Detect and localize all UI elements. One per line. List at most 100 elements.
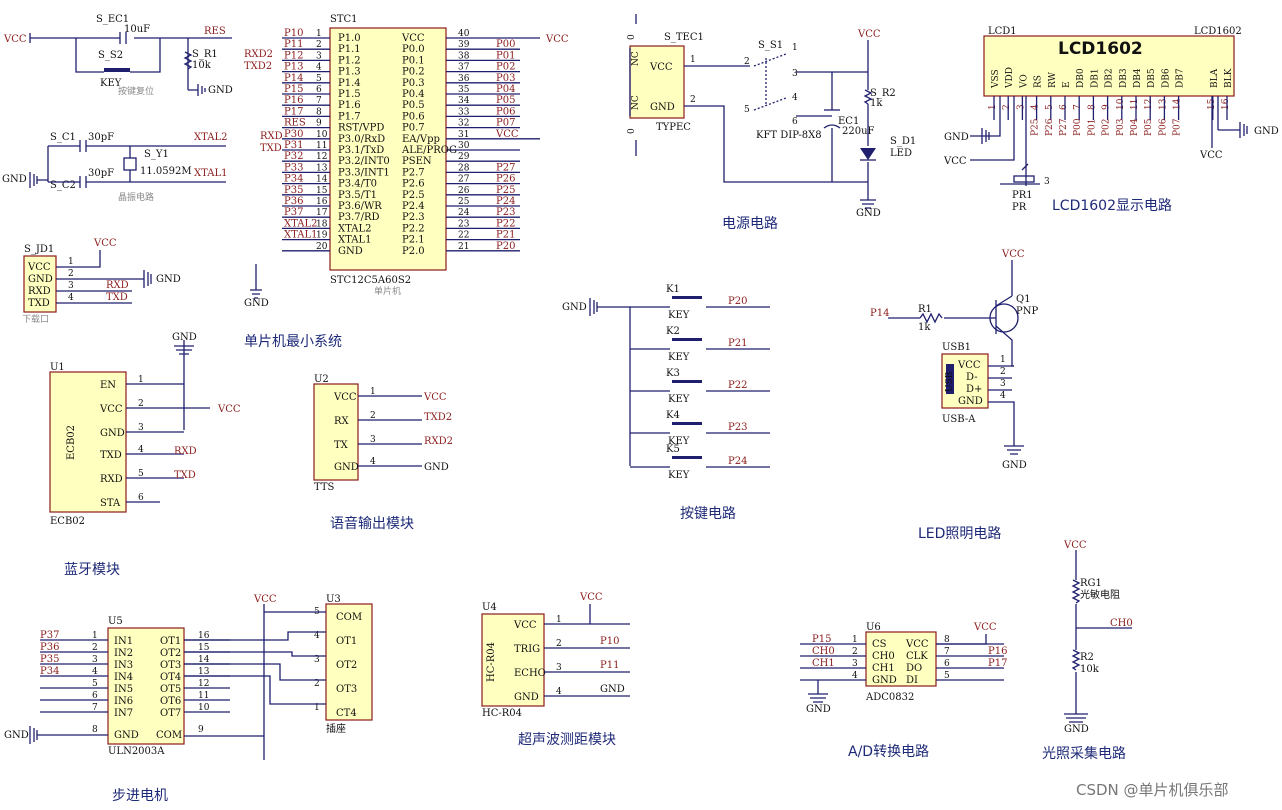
mcu-left-name: P3.5/T1 — [338, 190, 377, 201]
crystal-symbol — [123, 157, 137, 171]
jd-num-4: 4 — [68, 293, 74, 303]
key-value: KEY — [668, 394, 690, 405]
key-net: P20 — [728, 296, 747, 307]
lcd-pin-name: RS — [1034, 75, 1044, 88]
bt-pin-net: RXD — [174, 446, 197, 457]
jd-vcc: VCC — [93, 238, 117, 249]
reset-note: 按键复位 — [118, 85, 154, 97]
mcu-right-num: 29 — [458, 152, 470, 162]
mcu-left-num: 7 — [316, 96, 322, 106]
s1-ref: S_S1 — [758, 40, 783, 51]
ultra-pin-name: VCC — [513, 620, 537, 631]
voice-pin-net: TXD2 — [424, 412, 452, 423]
usb-type: USB-A — [942, 414, 976, 425]
jd-rxd: RXD — [106, 280, 129, 291]
r2-value: 1k — [870, 98, 883, 109]
mcu-left-net: P36 — [284, 196, 303, 207]
mcu-right-name: P0.1 — [402, 55, 425, 66]
mcu-right-net: VCC — [495, 129, 519, 140]
lcd-pin-net: P05 — [1144, 118, 1154, 136]
lcd-pin-net: P26 — [1045, 118, 1055, 136]
u5-in-name: IN6 — [114, 696, 133, 707]
light-sensor-circuit: VCC RG1 光敏电阻 CH0 R2 10k GND — [1063, 540, 1133, 735]
lcd-pin-num: 4 — [1031, 104, 1041, 110]
u5-out-name: OT6 — [160, 696, 181, 707]
mcu-right-num: 39 — [458, 40, 470, 50]
mcu-circuit: STC1 P10 1 P1.0 P11 2 P1.1 P12 3 P1.2 P13 4 P1.3 P14… — [244, 14, 569, 309]
key-net: P21 — [728, 338, 747, 349]
mcu-left-name: P3.0/RxD — [338, 134, 385, 145]
mcu-left-net: P31 — [284, 140, 303, 151]
mcu-left-name: GND — [338, 246, 363, 257]
lcd-pin-num: 11 — [1130, 99, 1140, 110]
voice-pin-name: VCC — [333, 392, 357, 403]
u5-in-net: P37 — [40, 630, 59, 641]
pr1-ref: PR1 — [1012, 190, 1033, 201]
mcu-right-num: 36 — [458, 74, 470, 84]
crystal-value: 11.0592M — [140, 166, 192, 177]
lcd-pin-num: 5 — [1045, 104, 1055, 110]
crystal-gnd-label: GND — [2, 174, 27, 185]
jd-pin-txd: TXD — [28, 298, 50, 309]
mcu-left-num: 10 — [316, 130, 328, 140]
mcu-right-net: P25 — [496, 185, 515, 196]
usb-pin-gnd: GND — [958, 396, 983, 407]
u5-in-name: IN2 — [114, 648, 133, 659]
mcu-right-name: P2.1 — [402, 235, 425, 246]
key-ref: K3 — [666, 368, 680, 379]
mcu-left-num: 2 — [316, 40, 322, 50]
u5-gnd: GND — [4, 730, 29, 741]
mcu-right-net: P21 — [496, 230, 515, 241]
tec-num-2: 2 — [690, 95, 696, 105]
caption-mcu: 单片机最小系统 — [244, 334, 342, 350]
bt-pin-name: GND — [100, 428, 125, 439]
mcu-left-net: P16 — [284, 95, 303, 106]
caption-stepper: 步进电机 — [112, 788, 168, 804]
r2-light-value: 10k — [1080, 664, 1100, 675]
u3-pin-name: COM — [336, 612, 362, 623]
r1-value: 1k — [918, 322, 931, 333]
mcu-right-name: P2.3 — [402, 212, 425, 223]
pr1-pot — [1013, 175, 1035, 183]
mcu-left-name: P3.7/RD — [338, 212, 380, 223]
light-ch0: CH0 — [1110, 618, 1133, 629]
mcu-right-name: P2.4 — [402, 201, 425, 212]
key-switch — [672, 380, 702, 383]
mcu-left-net: P12 — [284, 50, 303, 61]
u5-com-num: 9 — [198, 725, 204, 735]
mcu-right-name: P2.6 — [402, 179, 425, 190]
res-net-label: RES — [204, 26, 226, 37]
key-row-group: K1KEYP20K2KEYP21K3KEYP22K4KEYP23K5KEYP24 — [630, 284, 770, 481]
adc-right-name: VCC — [905, 639, 929, 650]
mcu-right-num: 21 — [458, 242, 469, 252]
caption-light: 光照采集电路 — [1042, 745, 1126, 762]
mcu-left-name: XTAL1 — [338, 235, 371, 246]
lcd-pin-name: DB3 — [1119, 68, 1129, 88]
bt-pin-net: TXD — [174, 470, 196, 481]
adc-ref: U6 — [866, 622, 881, 633]
mcu-left-name: RST/VPD — [338, 123, 384, 134]
bt-pin-name: RXD — [100, 474, 123, 485]
mcu-left-name: P1.0 — [338, 33, 361, 44]
caption-adc: A/D转换电路 — [848, 743, 929, 760]
u3-pin-name: OT2 — [336, 660, 357, 671]
lcd-bl-gnd: GND — [1254, 126, 1279, 137]
mcu-ref: STC1 — [330, 14, 358, 25]
ultra-part-vertical: HC-R04 — [486, 642, 497, 682]
bt-pin-name: EN — [100, 380, 116, 391]
adc-left-net: P15 — [812, 634, 831, 645]
xtal2-label: XTAL2 — [194, 132, 227, 143]
keys-gnd: GND — [562, 302, 587, 313]
mcu-right-num: 33 — [458, 107, 470, 117]
u5-out-name: OT2 — [160, 648, 181, 659]
mcu-right-net: P06 — [496, 106, 515, 117]
lcd-bl-vcc: VCC — [1199, 150, 1223, 161]
r1-p14: P14 — [870, 308, 889, 319]
tec-nc-1: NC — [631, 51, 641, 66]
mcu-right-name: P0.0 — [402, 44, 425, 55]
u5-ref: U5 — [108, 616, 123, 627]
mcu-right-name: P0.5 — [402, 100, 425, 111]
bt-box — [49, 371, 127, 513]
voice-ref: U2 — [314, 374, 329, 385]
adc-left-net: CH1 — [812, 658, 835, 669]
